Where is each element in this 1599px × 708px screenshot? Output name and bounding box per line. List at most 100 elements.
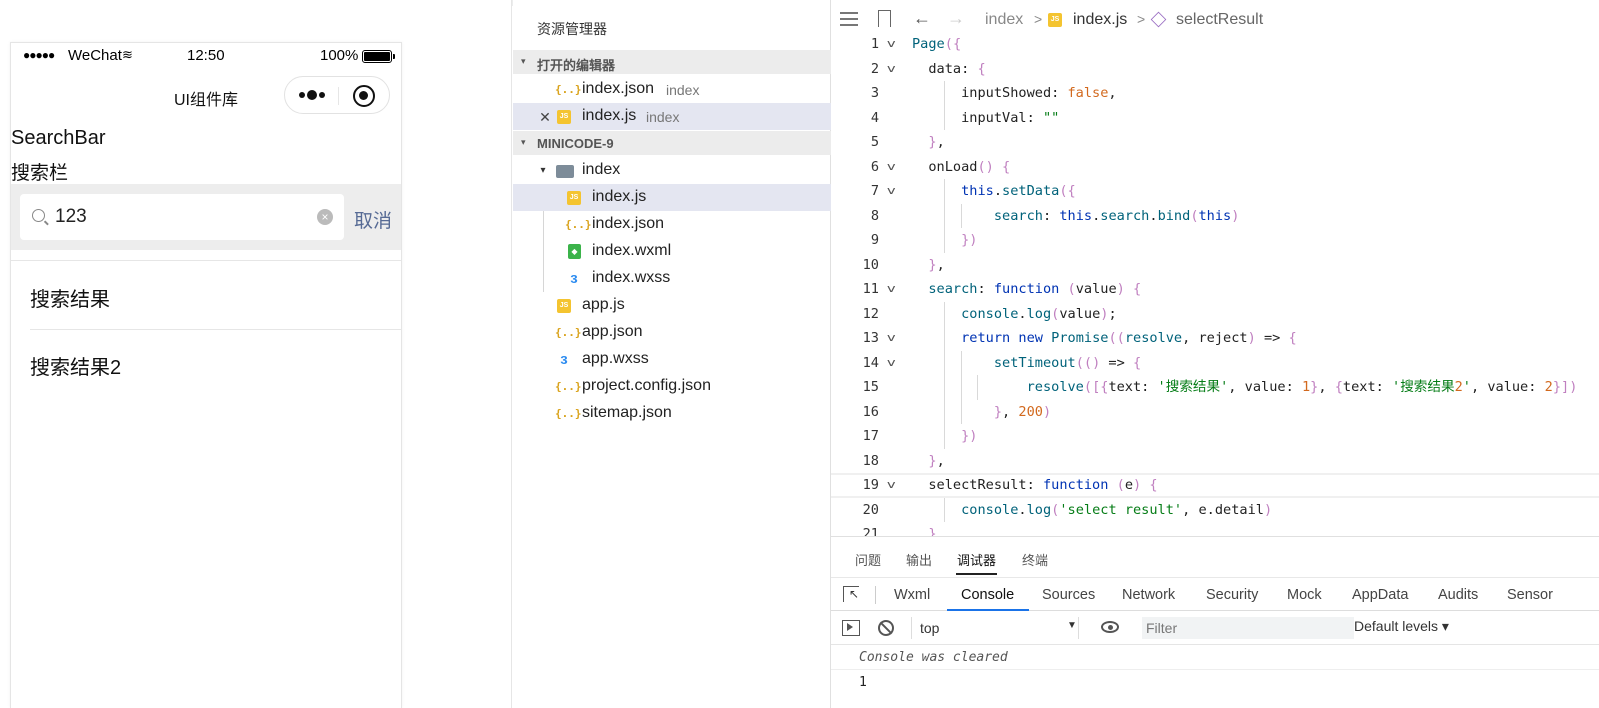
divider xyxy=(831,669,1599,670)
fold-chevron-icon[interactable]: v xyxy=(887,473,896,498)
tab-console[interactable]: Console xyxy=(961,587,1014,603)
file-item[interactable]: JS app.js xyxy=(513,292,831,319)
code-text: }) xyxy=(961,428,978,444)
tab-security[interactable]: Security xyxy=(1206,587,1258,603)
tab-problems[interactable]: 问题 xyxy=(855,550,881,569)
open-editor-item-active[interactable]: ✕ JS index.js index xyxy=(513,103,831,130)
clear-icon[interactable]: × xyxy=(317,209,333,225)
file-name: index.wxss xyxy=(592,269,671,286)
file-item[interactable]: {..} app.json xyxy=(513,319,831,346)
close-icon[interactable]: ✕ xyxy=(537,109,553,125)
carrier-name: WeChat xyxy=(68,47,122,64)
breadcrumb-symbol[interactable]: selectResult xyxy=(1176,11,1263,29)
inspect-element-icon[interactable] xyxy=(843,586,859,602)
code-line[interactable]: 8 search: this.search.bind(this) xyxy=(831,203,1599,228)
console-sidebar-icon[interactable] xyxy=(842,620,860,636)
back-arrow-icon[interactable]: ← xyxy=(913,8,931,29)
console-filter-input[interactable] xyxy=(1142,617,1354,639)
code-line[interactable]: 15 resolve([{text: '搜索结果', value: 1}, {t… xyxy=(831,375,1599,400)
code-line[interactable]: 11 v search: function (value) { xyxy=(831,277,1599,302)
file-item[interactable]: {..} index.json xyxy=(513,211,831,238)
tab-debugger[interactable]: 调试器 xyxy=(957,550,996,569)
code-line[interactable]: 14 v setTimeout(() => { xyxy=(831,350,1599,376)
forward-arrow-icon[interactable]: → xyxy=(947,8,965,29)
code-line[interactable]: 2v data: { xyxy=(831,57,1599,82)
file-name: index.json xyxy=(582,80,655,97)
tab-terminal[interactable]: 终端 xyxy=(1022,550,1048,569)
wxss-file-icon: ᴈ xyxy=(570,270,578,287)
code-line[interactable]: 19 v selectResult: function (e) { xyxy=(831,473,1599,498)
expand-arrow-icon: ▾ xyxy=(540,165,546,176)
breadcrumb-file[interactable]: index.js xyxy=(1073,11,1127,29)
file-item[interactable]: ᴈ app.wxss xyxy=(513,346,831,373)
fold-chevron-icon[interactable]: v xyxy=(887,351,896,376)
code-line[interactable]: 17 }) xyxy=(831,424,1599,449)
file-name: project.config.json xyxy=(582,377,711,394)
line-number: 13 xyxy=(862,330,879,346)
folder-item[interactable]: ▾ index xyxy=(513,157,831,184)
code-line[interactable]: 6v onLoad() { xyxy=(831,155,1599,180)
breadcrumb-folder[interactable]: index xyxy=(985,11,1023,29)
file-item[interactable]: {..} project.config.json xyxy=(513,373,831,400)
code-line[interactable]: 7v this.setData({ xyxy=(831,179,1599,204)
clear-console-icon[interactable] xyxy=(878,620,894,636)
search-result-item[interactable]: 搜索结果 xyxy=(30,283,110,312)
code-line[interactable]: 1 v Page({ xyxy=(831,32,1599,57)
context-select[interactable]: top ▼ xyxy=(911,617,1079,639)
search-input[interactable]: 123 × xyxy=(20,194,344,240)
code-line[interactable]: 10 }, xyxy=(831,253,1599,278)
tab-sources[interactable]: Sources xyxy=(1042,587,1095,603)
wxss-file-icon: ᴈ xyxy=(560,351,568,368)
fold-chevron-icon[interactable]: v xyxy=(887,155,896,180)
code-text: search: function (value) { xyxy=(928,281,1142,297)
json-file-icon: {..} xyxy=(565,218,592,231)
file-item[interactable]: {..} sitemap.json xyxy=(513,400,831,427)
code-line[interactable]: 9 }) xyxy=(831,228,1599,253)
project-section[interactable]: ▾ MINICODE-9 xyxy=(513,131,831,155)
fold-chevron-icon[interactable]: v xyxy=(887,179,896,204)
fold-chevron-icon[interactable]: v xyxy=(887,326,896,351)
live-expression-eye-icon[interactable] xyxy=(1101,621,1119,633)
line-number: 7 xyxy=(870,183,879,199)
tab-audits[interactable]: Audits xyxy=(1438,587,1478,603)
tab-mock[interactable]: Mock xyxy=(1287,587,1322,603)
log-levels-dropdown[interactable]: Default levels ▾ xyxy=(1354,618,1449,635)
code-line[interactable]: 13 v return new Promise((resolve, reject)… xyxy=(831,326,1599,351)
cancel-button[interactable]: 取消 xyxy=(354,206,392,233)
code-line[interactable]: 21 }, xyxy=(831,522,1599,536)
fold-chevron-icon[interactable]: v xyxy=(887,57,896,82)
code-line[interactable]: 20 console.log('select result', e.detail… xyxy=(831,497,1599,522)
open-editor-item[interactable]: {..} index.json index xyxy=(513,76,831,103)
bookmark-icon[interactable] xyxy=(878,10,891,27)
tab-wxml[interactable]: Wxml xyxy=(894,587,930,603)
fold-chevron-icon[interactable]: v xyxy=(887,32,896,57)
code-area[interactable]: 1 v Page({2 v data: {3 inputShowed: false, 4… xyxy=(831,32,1599,536)
more-menu-icon[interactable] xyxy=(297,83,331,107)
file-item-selected[interactable]: JS index.js xyxy=(513,184,831,211)
code-editor: ← → index > JS index.js > selectResult 1… xyxy=(831,0,1599,536)
code-line[interactable]: 5 }, xyxy=(831,130,1599,155)
tab-output[interactable]: 输出 xyxy=(906,550,932,569)
tab-sensor[interactable]: Sensor xyxy=(1507,587,1553,603)
tab-network[interactable]: Network xyxy=(1122,587,1175,603)
code-line[interactable]: 3 inputShowed: false, xyxy=(831,81,1599,106)
file-item[interactable]: ᴈ index.wxss xyxy=(513,265,831,292)
code-line[interactable]: 16 }, 200) xyxy=(831,399,1599,424)
tab-appdata[interactable]: AppData xyxy=(1352,587,1408,603)
search-bar: 123 × 取消 xyxy=(11,184,401,250)
fold-chevron-icon[interactable]: v xyxy=(887,277,896,302)
outline-list-icon[interactable] xyxy=(840,12,858,26)
file-item[interactable]: ◆ index.wxml xyxy=(513,238,831,265)
line-number: 2 xyxy=(870,60,879,77)
search-result-item[interactable]: 搜索结果2 xyxy=(30,351,121,380)
open-editors-section[interactable]: ▾ 打开的编辑器 xyxy=(513,50,831,74)
project-name: MINICODE-9 xyxy=(537,136,614,151)
line-number: 20 xyxy=(862,501,879,518)
code-line[interactable]: 12 console.log(value); xyxy=(831,301,1599,326)
code-line[interactable]: 18 }, xyxy=(831,449,1599,474)
line-number: 18 xyxy=(862,452,879,469)
code-line[interactable]: 4 inputVal: "" xyxy=(831,105,1599,130)
exit-mini-program-icon[interactable] xyxy=(353,85,375,107)
file-name: app.wxss xyxy=(582,350,649,367)
search-input-value[interactable]: 123 xyxy=(55,206,87,228)
